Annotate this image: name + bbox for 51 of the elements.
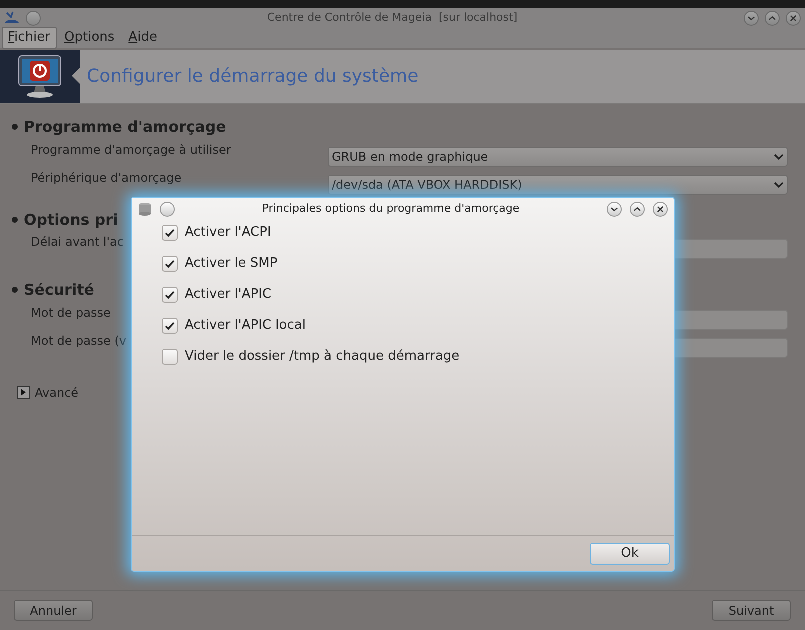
triangle-icon [20,389,27,396]
checkmark-icon [164,258,176,270]
checkbox[interactable] [162,318,178,334]
section-heading: Sécurité [24,280,94,301]
window-menu-button[interactable] [160,202,175,216]
dropdown[interactable]: /dev/sda (ATA VBOX HARDDISK) [328,174,788,194]
drive-stack-icon [138,202,152,216]
bullet-icon [12,124,18,130]
next-button[interactable]: Suivant [712,600,791,621]
dropdown[interactable]: GRUB en mode graphique [328,146,788,166]
field-label: Mot de passe (v [31,332,126,350]
chevron-down-icon [774,180,784,188]
checkbox[interactable] [162,287,178,303]
checkbox-label: Activer l'APIC local [185,317,306,336]
app-logo-icon [4,10,20,26]
bullet-icon [12,287,18,294]
expander-label: Avancé [35,384,79,402]
ok-button[interactable]: Ok [590,542,670,564]
expander-toggle[interactable] [17,386,30,399]
field-label: Mot de passe [31,304,111,322]
minimize-button[interactable] [607,202,622,216]
close-button[interactable] [786,10,801,26]
checkbox-label: Activer le SMP [185,255,278,274]
chevron-down-icon [774,152,784,160]
checkbox[interactable] [162,349,178,365]
maximize-button[interactable] [765,10,780,26]
window-title: Centre de Contrôle de Mageia [sur localhost] [266,10,519,26]
checkbox[interactable] [162,256,178,272]
checkmark-icon [164,289,176,301]
banner-title: Configurer le démarrage du système [87,65,419,89]
dialog-title: Principales options du programme d'amorçage [261,200,521,217]
checkbox-label: Activer l'ACPI [185,224,272,242]
cancel-button[interactable]: Annuler [14,600,93,621]
checkmark-icon [164,227,176,239]
checkmark-icon [164,320,176,332]
checkbox[interactable] [162,225,178,241]
section-heading: Options pri [24,210,118,230]
field-label: Programme d'amorçage à utiliser [31,142,232,158]
checkbox-label: Vider le dossier /tmp à chaque démarrage [185,348,460,366]
bullet-icon [12,216,18,223]
menu-item[interactable]: Options [58,27,121,49]
close-button[interactable] [653,202,668,216]
menu-item[interactable]: Fichier [2,27,56,49]
field-label: Périphérique d'amorçage [31,170,182,186]
minimize-button[interactable] [744,10,759,26]
maximize-button[interactable] [630,202,645,216]
checkbox-label: Activer l'APIC [185,286,272,304]
field-label: Délai avant l'ac [31,234,124,251]
monitor-power-icon [16,54,64,100]
menu-item[interactable]: Aide [122,27,164,49]
section-heading: Programme d'amorçage [24,117,226,138]
